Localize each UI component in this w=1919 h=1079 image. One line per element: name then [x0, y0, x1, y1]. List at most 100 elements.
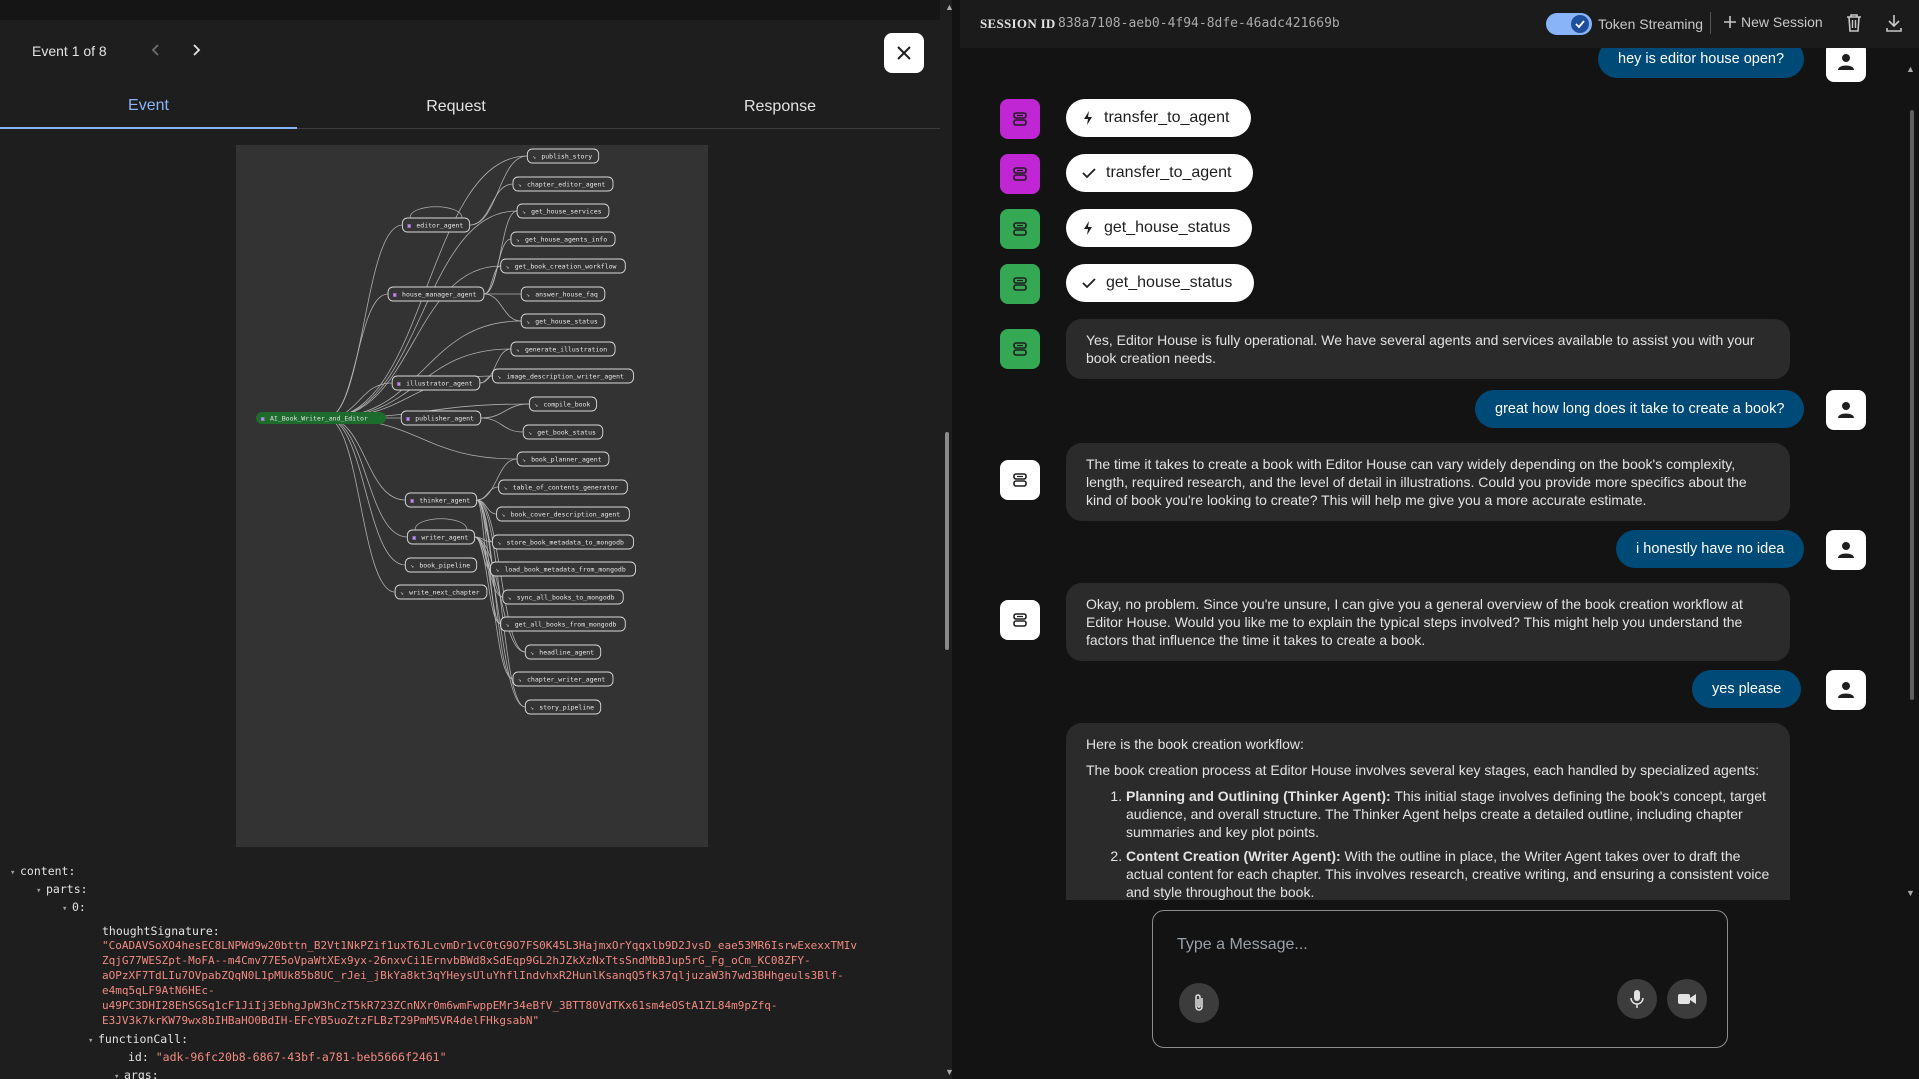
previous-event-button[interactable] — [144, 38, 168, 62]
function-response-pill[interactable]: transfer_to_agent — [1066, 154, 1254, 192]
graph-root-node[interactable]: ▣ AI_Book_Writer_and_Editor — [256, 412, 386, 424]
message-input[interactable] — [1177, 933, 1697, 957]
graph-node-label: headline_agent — [539, 648, 594, 656]
function-call-pill[interactable]: transfer_to_agent — [1066, 99, 1252, 137]
function-response-pill[interactable]: get_house_status — [1066, 264, 1255, 302]
graph-node-label: house_manager_agent — [402, 290, 476, 298]
chat-scrollbar-thumb[interactable] — [1910, 110, 1914, 700]
function-call-pill[interactable]: get_house_status — [1066, 209, 1253, 247]
graph-agent-node[interactable]: ▣ house_manager_agent — [387, 286, 485, 302]
robot-icon — [1013, 222, 1027, 236]
graph-tool-node[interactable]: ↘ publish_story — [526, 148, 600, 164]
graph-tool-node[interactable]: ↘ sync_all_books_to_mongodb — [502, 589, 624, 605]
graph-tool-node[interactable]: ↘ store_book_metadata_to_mongodb — [492, 534, 634, 550]
graph-tool-node[interactable]: ↘ book_pipeline — [404, 557, 478, 573]
graph-edge — [325, 293, 389, 419]
agent-graph-svg: ▣ AI_Book_Writer_and_Editor▣ editor_agent▣… — [256, 148, 637, 715]
trash-icon — [1847, 14, 1861, 32]
graph-agent-node[interactable]: ▣ publisher_agent — [400, 410, 482, 426]
graph-tool-node[interactable]: ↘ image_description_writer_agent — [492, 368, 634, 384]
graph-agent-node[interactable]: ▣ editor_agent — [401, 217, 471, 233]
graph-agent-node[interactable]: ▣ thinker_agent — [404, 492, 478, 508]
json-functioncall-line[interactable]: ▾ functionCall: — [88, 1030, 188, 1050]
tab-request[interactable]: Request — [297, 84, 615, 129]
toolbar-separator — [1710, 12, 1711, 34]
user-message: hey is editor house open? — [1598, 48, 1805, 78]
close-button[interactable] — [884, 33, 924, 73]
graph-tool-node[interactable]: ↘ chapter_editor_agent — [512, 176, 614, 192]
paperclip-icon — [1195, 994, 1203, 1011]
json-parts-line[interactable]: ▾ parts: — [36, 880, 88, 900]
robot-icon: ▣ — [410, 497, 414, 504]
graph-tool-node[interactable]: ↘ generate_illustration — [510, 341, 616, 357]
scroll-up-arrow-icon[interactable]: ▲ — [1906, 64, 1915, 74]
json-thought-value: "CoADAVSoXO4hesEC8LNPWd9w20bttn_B2Vt1NkP… — [102, 939, 857, 1027]
token-streaming-toggle[interactable] — [1546, 13, 1592, 35]
graph-tool-node[interactable]: ↘ story_pipeline — [524, 699, 602, 715]
graph-tool-node[interactable]: ↘ headline_agent — [524, 644, 602, 660]
delete-session-button[interactable] — [1845, 13, 1863, 38]
graph-edge — [325, 320, 522, 419]
chat-messages[interactable]: hey is editor house open? transfer_to_ag… — [960, 48, 1919, 900]
user-message: i honestly have no idea — [1616, 530, 1805, 568]
robot-icon: ▣ — [261, 415, 265, 422]
graph-tool-node[interactable]: ↘ write_next_chapter — [394, 584, 488, 600]
graph-agent-node[interactable]: ▣ illustrator_agent — [391, 375, 481, 391]
microphone-button[interactable] — [1617, 979, 1657, 1019]
wrench-icon: ↘ — [506, 263, 510, 270]
graph-tool-node[interactable]: ↘ load_book_metadata_from_mongodb — [489, 561, 637, 577]
graph-tool-node[interactable]: ↘ book_cover_description_agent — [496, 506, 630, 522]
bot-avatar — [1000, 600, 1040, 640]
graph-tool-node[interactable]: ↘ book_planner_agent — [516, 451, 610, 467]
tab-response[interactable]: Response — [615, 84, 945, 129]
person-icon — [1838, 542, 1854, 558]
json-args-line[interactable]: ▾ args: — [114, 1066, 159, 1079]
json-content-line[interactable]: ▾ content: — [10, 862, 75, 882]
graph-node-label: generate_illustration — [525, 345, 607, 353]
panel-divider — [952, 0, 960, 1079]
attach-button[interactable] — [1179, 983, 1219, 1023]
session-id-value: 838a7108-aeb0-4f94-8dfe-46adc421669b — [1058, 16, 1340, 31]
wrench-icon: ↘ — [534, 401, 538, 408]
json-index-line[interactable]: ▾ 0: — [62, 898, 86, 918]
wrench-icon: ↘ — [526, 318, 530, 325]
robot-icon — [1013, 277, 1027, 291]
graph-tool-node[interactable]: ↘ chapter_writer_agent — [512, 671, 614, 687]
bot-avatar — [1000, 329, 1040, 369]
graph-edge — [476, 486, 499, 501]
panel-top-strip — [0, 0, 945, 20]
robot-icon: ▣ — [393, 291, 397, 298]
agent-graph: ▣ AI_Book_Writer_and_Editor ▣ editor_agent ▣… — [236, 145, 708, 847]
wrench-icon: ↘ — [522, 456, 526, 463]
graph-tool-node[interactable]: ↘ compile_book — [528, 396, 598, 412]
graph-agent-node[interactable]: ▣ writer_agent — [406, 529, 476, 545]
graph-tool-node[interactable]: ↘ table_of_contents_generator — [498, 479, 628, 495]
graph-edge — [474, 536, 514, 680]
graph-tool-node[interactable]: ↘ get_house_status — [520, 313, 606, 329]
graph-tool-node[interactable]: ↘ get_house_agents_info — [510, 231, 616, 247]
close-icon — [897, 46, 911, 60]
graph-node-label: load_book_metadata_from_mongodb — [504, 565, 625, 573]
robot-icon — [1013, 342, 1027, 356]
download-button[interactable] — [1885, 13, 1903, 38]
graph-tool-node[interactable]: ↘ get_book_status — [522, 424, 604, 440]
graph-tool-node[interactable]: ↘ get_all_books_from_mongodb — [500, 616, 626, 632]
graph-node-label: table_of_contents_generator — [513, 483, 619, 491]
tab-event[interactable]: Event — [0, 84, 297, 129]
next-event-button[interactable] — [184, 38, 208, 62]
graph-node-label: book_pipeline — [419, 561, 470, 569]
session-bar: SESSION ID 838a7108-aeb0-4f94-8dfe-46adc… — [960, 0, 1919, 48]
wrench-icon: ↘ — [495, 566, 499, 573]
wrench-icon: ↘ — [532, 153, 536, 160]
graph-tool-node[interactable]: ↘ get_book_creation_workflow — [500, 258, 626, 274]
graph-node-label: editor_agent — [416, 221, 463, 229]
graph-tool-node[interactable]: ↘ get_house_services — [516, 203, 610, 219]
scroll-down-arrow-icon[interactable]: ▼ — [1906, 888, 1915, 898]
graph-tool-node[interactable]: ↘ answer_house_faq — [520, 286, 606, 302]
wrench-icon: ↘ — [516, 236, 520, 243]
event-panel-scrollbar-thumb[interactable] — [945, 432, 949, 650]
graph-node-label: book_planner_agent — [531, 455, 602, 463]
video-button[interactable] — [1667, 979, 1707, 1019]
new-session-button[interactable]: New Session — [1723, 14, 1823, 30]
event-header: Event 1 of 8 — [0, 20, 945, 84]
